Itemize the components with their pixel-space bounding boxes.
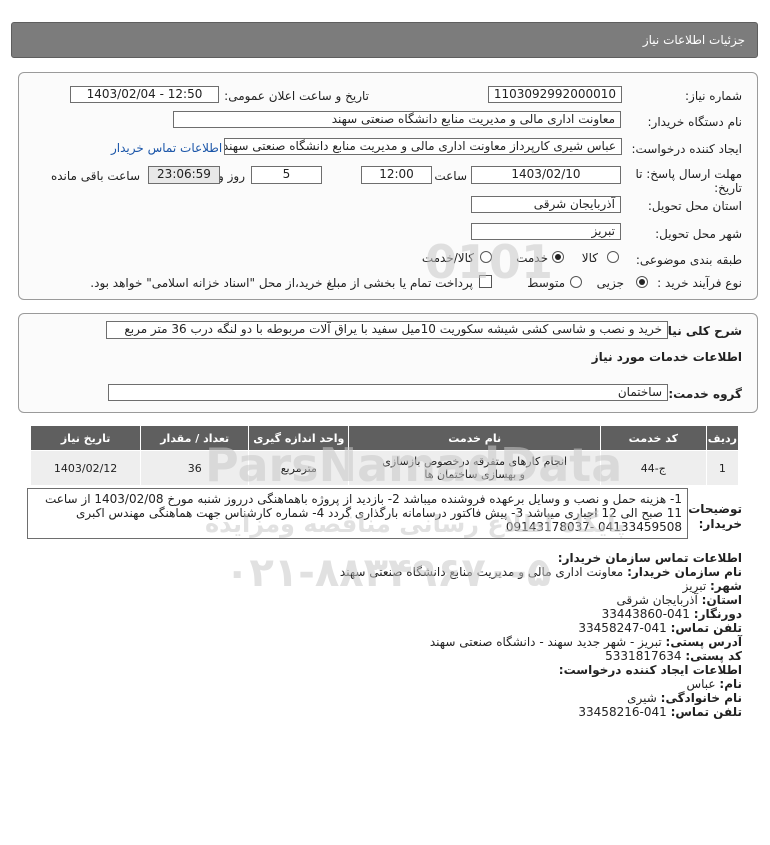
contact-fax-label: دورنگار: [693,607,742,621]
announce-datetime-label: تاریخ و ساعت اعلان عمومی: [224,89,369,103]
summary-field: خرید و نصب و شاسی کشی شیشه سکوریت 10میل … [106,321,668,339]
column-header-quantity: تعداد / مقدار [140,425,250,451]
deadline-date-sublabel: تاریخ: [714,181,742,195]
column-header-unit: واحد اندازه گیری [248,425,350,451]
delivery-city-label: شهر محل تحویل: [655,227,742,241]
remaining-time-field: 23:06:59 [148,166,220,184]
need-number-label: شماره نیاز: [685,89,742,103]
category-radio-goods[interactable] [607,251,619,263]
column-header-need-date: تاریخ نیاز [29,425,142,451]
treasury-note: پرداخت تمام یا بخشی از مبلغ خرید،از محل … [90,276,473,290]
contact-phone-label: تلفن تماس: [670,621,742,635]
summary-label: شرح کلی نیاز: [656,324,742,338]
cell-quantity: 36 [140,450,250,486]
creator-phone-value: 041-33458216 [578,705,667,719]
cell-service-code: ج-44 [599,450,707,486]
category-option-goods-service: کالا/خدمت [421,251,474,265]
page-title: جزئیات اطلاعات نیاز [642,33,745,47]
contact-province-label: استان: [701,593,742,607]
days-remaining-field: 5 [251,166,322,184]
cell-need-date: 1403/02/12 [29,450,142,486]
contact-phone-value: 041-33458247 [578,621,667,635]
delivery-province-label: استان محل تحویل: [647,199,742,213]
need-number-field: 1103092992000010 [488,86,622,103]
process-option-medium: متوسط [527,276,565,290]
treasury-checkbox[interactable] [479,275,492,288]
contact-org-value: معاونت اداری مالی و مدیریت منابع دانشگاه… [339,565,624,579]
requester-field: عباس شیری کارپرداز معاونت اداری مالی و م… [224,138,622,155]
service-group-field: ساختمان [108,384,668,401]
creator-name-value: عباس [686,677,716,691]
category-option-goods: کالا [581,251,598,265]
delivery-province-field: آذربایجان شرقی [471,196,621,213]
table-row: 1 ج-44 انجام کارهای متفرقه درخصوص بازساز… [29,450,740,486]
service-group-label: گروه خدمت: [668,387,742,401]
cell-row-number: 1 [705,450,740,486]
days-label: روز و [218,169,245,183]
category-label: طبقه بندی موضوعی: [635,253,742,267]
contact-province-value: آذربایجان شرقی [616,593,698,607]
category-option-service: خدمت [516,251,548,265]
creator-family-label: نام خانوادگی: [660,691,742,705]
column-header-service-code: کد خدمت [599,425,707,451]
contact-city-label: شهر: [710,579,742,593]
process-radio-minor[interactable] [636,276,648,288]
announce-datetime-field: 1403/02/04 - 12:50 [70,86,219,103]
contact-fax-value: 041-33443860 [601,607,690,621]
deadline-time-label: ساعت [434,169,467,183]
services-section-title: اطلاعات خدمات مورد نیاز [591,350,742,364]
buyer-org-label: نام دستگاه خریدار: [647,115,743,129]
deadline-time-field: 12:00 [361,166,432,184]
creator-title: اطلاعات ایجاد کننده درخواست: [558,663,742,677]
process-radio-medium[interactable] [570,276,582,288]
creator-family-value: شیری [627,691,657,705]
column-header-service-name: نام خدمت [348,425,601,451]
contact-org-label: نام سازمان خریدار: [627,565,742,579]
deadline-date-field: 1403/02/10 [471,166,621,184]
cell-unit: مترمربع [248,450,350,486]
contact-postal-value: 5331817634 [605,649,682,663]
requester-label: ایجاد کننده درخواست: [631,142,742,156]
deadline-label: مهلت ارسال پاسخ: تا [635,167,742,181]
contact-postal-label: کد پستی: [685,649,742,663]
process-type-label: نوع فرآیند خرید : [657,276,742,290]
creator-name-label: نام: [719,677,742,691]
buyer-contact-section: اطلاعات تماس سازمان خریدار: نام سازمان خ… [22,551,742,719]
buyer-notes-box: 1- هزینه حمل و نصب و وسایل برعهده فروشند… [27,488,688,539]
remaining-time-label: ساعت باقی مانده [50,169,140,183]
contact-city-value: تبریز [682,579,707,593]
table-header-row: ردیف کد خدمت نام خدمت واحد اندازه گیری ت… [29,425,740,451]
contact-address-label: آدرس پستی: [665,635,742,649]
services-table: ردیف کد خدمت نام خدمت واحد اندازه گیری ت… [29,425,740,486]
contact-address-value: تبریز - شهر جدید سهند - دانشگاه صنعتی سه… [429,635,662,649]
column-header-row-number: ردیف [705,425,740,451]
buyer-contact-link[interactable]: اطلاعات تماس خریدار [111,141,222,155]
category-radio-goods-service[interactable] [480,251,492,263]
creator-phone-label: تلفن تماس: [670,705,742,719]
cell-service-name: انجام کارهای متفرقه درخصوص بازسازی و بهس… [348,450,601,486]
buyer-notes-label: توضیحات [688,502,742,516]
buyer-org-field: معاونت اداری مالی و مدیریت منابع دانشگاه… [173,111,621,128]
category-radio-service[interactable] [552,251,564,263]
delivery-city-field: تبریز [471,223,621,240]
contact-title: اطلاعات تماس سازمان خریدار: [557,551,742,565]
buyer-notes-sublabel: خریدار: [698,517,742,531]
page-header: جزئیات اطلاعات نیاز [11,22,758,58]
process-option-minor: جزیی [596,276,624,290]
